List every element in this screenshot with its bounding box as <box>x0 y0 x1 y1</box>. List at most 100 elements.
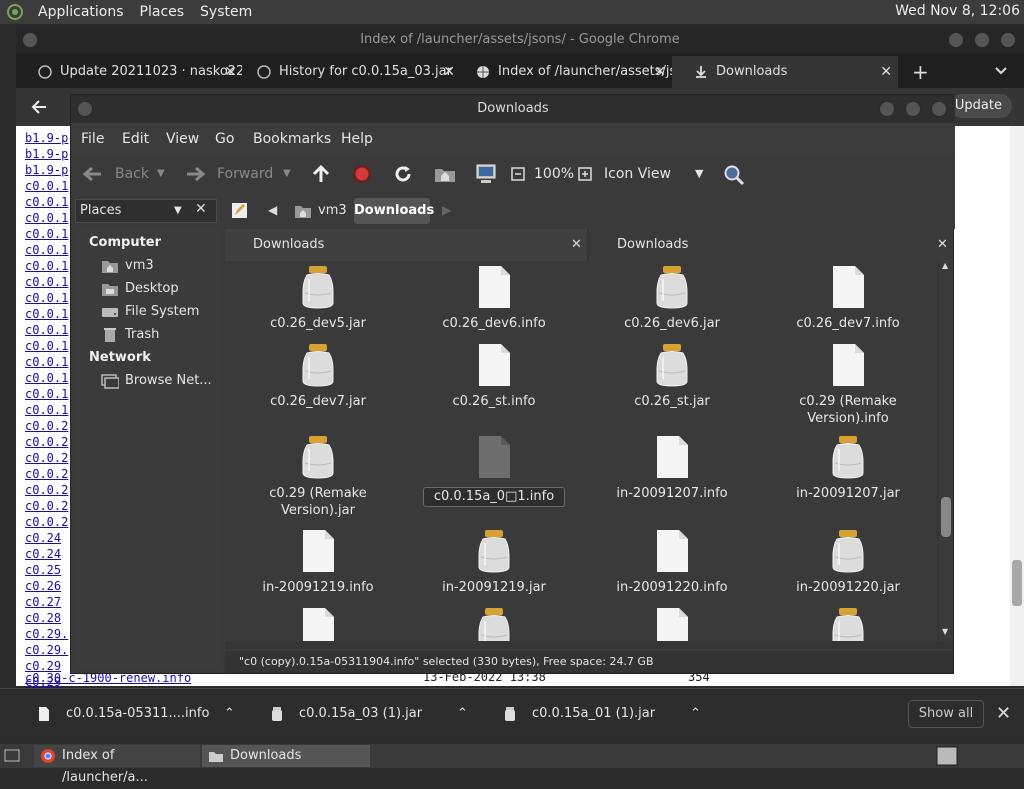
listing-link[interactable]: c0.0.2 <box>25 450 68 466</box>
applications-menu[interactable]: Applications <box>30 4 132 20</box>
file-item-info[interactable]: c0.26_dev6.info <box>419 263 569 332</box>
close-icon[interactable]: ✕ <box>571 229 582 261</box>
back-arrow-icon[interactable] <box>30 98 48 116</box>
file-item-jar[interactable]: c0.26_st.jar <box>597 341 747 410</box>
listing-link[interactable]: c0.0.1 <box>25 258 68 274</box>
places-menu[interactable]: Places <box>132 4 193 20</box>
forward-button[interactable]: Forward <box>217 155 273 193</box>
scroll-down-arrow-icon[interactable]: ▼ <box>942 627 948 636</box>
listing-link[interactable]: c0.0.2 <box>25 434 68 450</box>
listing-link[interactable]: c0.29. <box>25 626 68 642</box>
file-item-info[interactable]: c0.26_dev7.info <box>773 263 923 332</box>
download-item-jar-01[interactable]: c0.0.15a_01 (1).jar ⌃ <box>504 689 714 739</box>
listing-link[interactable]: c0.0.1 <box>25 274 68 290</box>
file-item-info[interactable]: c0.26_st.info <box>419 341 569 410</box>
update-button[interactable]: Update <box>950 94 1012 118</box>
download-item-info[interactable]: c0.0.15a-05311....info ⌃ <box>38 689 248 739</box>
file-item-info[interactable]: in-20091220.info <box>597 527 747 596</box>
listing-link[interactable]: c0.0.2 <box>25 482 68 498</box>
file-item-jar[interactable]: c0.26_dev7.jar <box>243 341 393 410</box>
file-item-jar[interactable]: c0.26_dev5.jar <box>243 263 393 332</box>
listing-link[interactable]: c0.24 <box>25 530 61 546</box>
menu-help[interactable]: Help <box>341 123 373 155</box>
listing-link[interactable]: c0.0.1 <box>25 370 68 386</box>
sidebar-item-browse-network[interactable]: Browse Net... <box>101 373 212 389</box>
listing-link[interactable]: c0.0.1 <box>25 210 68 226</box>
listing-link[interactable]: c0.0.1 <box>25 322 68 338</box>
menu-bookmarks[interactable]: Bookmarks <box>253 123 331 155</box>
task-chrome[interactable]: Index of /launcher/a... <box>34 745 200 785</box>
home-folder-icon[interactable] <box>434 165 456 183</box>
workspace-switcher-icon[interactable] <box>936 746 958 766</box>
system-menu[interactable]: System <box>192 4 260 20</box>
listing-link[interactable]: c0.0.2 <box>25 498 68 514</box>
toggle-location-entry-icon[interactable] <box>231 202 249 220</box>
up-icon[interactable] <box>311 164 331 184</box>
page-scrollbar-thumb[interactable] <box>1012 560 1022 606</box>
window-menu-button[interactable] <box>22 32 38 48</box>
file-item-jar[interactable] <box>419 605 569 641</box>
computer-icon[interactable] <box>475 164 497 184</box>
back-dropdown-icon[interactable]: ▼ <box>157 155 165 193</box>
tab-history[interactable]: History for c0.0.15a_03.jar ✕ <box>235 56 461 88</box>
zoom-out-icon[interactable] <box>511 167 525 181</box>
listing-link[interactable]: c0.0.2 <box>25 514 68 530</box>
menu-edit[interactable]: Edit <box>122 123 149 155</box>
task-downloads[interactable]: Downloads <box>202 745 370 767</box>
back-button[interactable]: Back <box>115 155 149 193</box>
clock[interactable]: Wed Nov 8, 12:06 <box>895 3 1020 19</box>
file-view-scrollbar[interactable]: ▲ ▼ <box>939 261 953 641</box>
search-icon[interactable] <box>723 164 745 186</box>
listing-link[interactable]: c0.25 <box>25 562 61 578</box>
fm-maximize-button[interactable] <box>905 101 921 117</box>
maximize-button[interactable] <box>974 32 990 48</box>
file-view-scrollbar-thumb[interactable] <box>941 497 951 537</box>
sidebar-item-file-system[interactable]: File System <box>101 304 199 319</box>
reload-icon[interactable] <box>393 164 413 184</box>
fm-close-button[interactable] <box>931 101 947 117</box>
listing-link[interactable]: c0.26 <box>25 578 61 594</box>
close-icon[interactable]: ✕ <box>880 56 892 88</box>
sidebar-item-trash[interactable]: Trash <box>101 327 159 342</box>
path-left-arrow-icon[interactable]: ◀ <box>268 203 277 217</box>
listing-link[interactable]: b1.9-p <box>25 146 68 162</box>
tab-search-icon[interactable] <box>994 64 1008 78</box>
view-mode-dropdown-icon[interactable]: ▼ <box>695 155 703 193</box>
listing-link[interactable]: c0.0.1 <box>25 338 68 354</box>
tab-update[interactable]: Update 20211023 · nasko22 ✕ <box>16 56 242 88</box>
chevron-up-icon[interactable]: ⌃ <box>224 689 235 739</box>
pane-tab-right[interactable]: Downloads ✕ <box>589 229 953 261</box>
listing-link[interactable]: b1.9-p <box>25 130 68 146</box>
close-button[interactable] <box>1000 32 1016 48</box>
file-item-jar[interactable]: c0.29 (Remake Version).jar <box>243 433 393 519</box>
listing-link[interactable]: c0.0.2 <box>25 466 68 482</box>
listing-link[interactable]: c0.0.2 <box>25 418 68 434</box>
close-icon[interactable]: ✕ <box>654 56 666 88</box>
file-item-info[interactable]: in-20091219.info <box>243 527 393 596</box>
file-item-jar[interactable] <box>773 605 923 641</box>
tab-index[interactable]: Index of /launcher/assets/jsons/ ✕ <box>454 56 672 88</box>
pane-tab-left[interactable]: Downloads ✕ <box>225 229 587 261</box>
close-sidebar-icon[interactable]: ✕ <box>195 201 207 217</box>
stop-icon[interactable] <box>352 164 372 184</box>
file-item-jar[interactable]: in-20091220.jar <box>773 527 923 596</box>
new-tab-button[interactable]: + <box>912 56 929 88</box>
fm-minimize-button[interactable] <box>879 101 895 117</box>
forward-icon[interactable] <box>185 165 207 183</box>
zoom-in-icon[interactable] <box>578 167 592 181</box>
listing-link[interactable]: c0.0.1 <box>25 354 68 370</box>
path-button-vm3[interactable]: vm3 <box>292 198 352 224</box>
listing-link[interactable]: c0.0.1 <box>25 402 68 418</box>
file-item-jar[interactable]: in-20091207.jar <box>773 433 923 502</box>
sidebar-item-desktop[interactable]: Desktop <box>101 281 179 296</box>
listing-link[interactable]: c0.0.1 <box>25 242 68 258</box>
listing-link[interactable]: c0.0.1 <box>25 386 68 402</box>
page-scrollbar[interactable] <box>1010 126 1024 686</box>
file-item-info[interactable] <box>243 605 393 641</box>
listing-link[interactable]: c0.0.1 <box>25 178 68 194</box>
fm-window-menu-button[interactable] <box>77 101 93 117</box>
file-item-info[interactable]: c0.29 (Remake Version).info <box>773 341 923 427</box>
listing-link[interactable]: b1.9-p <box>25 162 68 178</box>
download-item-jar-03[interactable]: c0.0.15a_03 (1).jar ⌃ <box>271 689 481 739</box>
listing-link[interactable]: c0.0.1 <box>25 194 68 210</box>
